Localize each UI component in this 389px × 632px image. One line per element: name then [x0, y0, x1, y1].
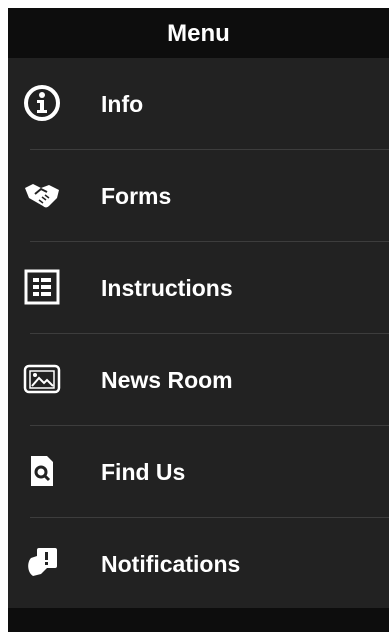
menu-item-find-us[interactable]: Find Us: [8, 426, 389, 518]
menu-item-label: News Room: [101, 367, 233, 393]
menu-item-notifications[interactable]: Notifications: [8, 518, 389, 610]
footer-bar: [8, 608, 389, 632]
menu-item-news-room[interactable]: News Room: [8, 334, 389, 426]
menu-item-label: Instructions: [101, 275, 233, 301]
page-title: Menu: [8, 8, 389, 58]
image-icon: [23, 360, 61, 398]
list-icon: [23, 268, 61, 306]
menu-item-info[interactable]: Info: [8, 58, 389, 150]
menu-screen: Menu Info Forms Instructions News Room F…: [8, 8, 389, 632]
menu-item-instructions[interactable]: Instructions: [8, 242, 389, 334]
menu-item-label: Forms: [101, 183, 172, 209]
info-icon: [23, 84, 61, 122]
menu-item-forms[interactable]: Forms: [8, 150, 389, 242]
search-document-icon: [23, 452, 61, 490]
menu-item-label: Notifications: [101, 551, 241, 577]
handshake-icon: [23, 176, 61, 214]
notification-bell-icon: [23, 544, 61, 582]
menu-item-label: Find Us: [101, 459, 186, 485]
menu-item-label: Info: [101, 91, 144, 117]
